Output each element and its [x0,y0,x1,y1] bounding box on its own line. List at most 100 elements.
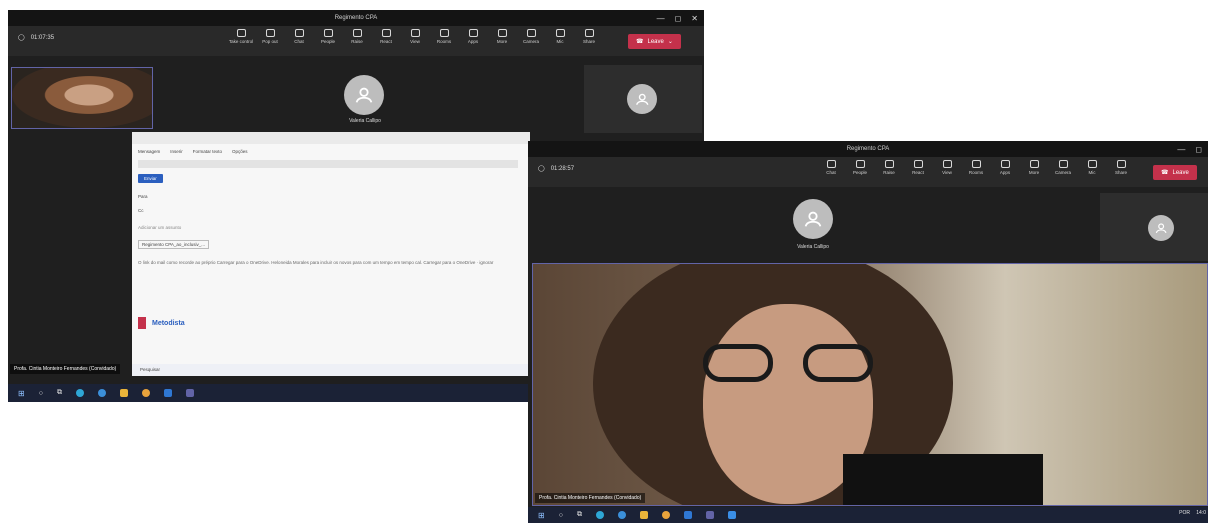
rooms-icon [971,160,981,168]
more-icon [1029,160,1039,168]
signature: Metodista [138,317,185,329]
minimize-icon[interactable]: — [1177,145,1185,154]
toolbar-button-chat[interactable]: Chat [818,160,844,175]
speaker-video[interactable]: Profa. Cintia Monteiro Fernandes (Convid… [532,263,1208,506]
mic-icon [1087,160,1097,168]
to-field[interactable]: Para [138,194,148,199]
toolbar-button-chat[interactable]: Chat [286,29,312,44]
leave-button[interactable]: ☎ Leave [1153,165,1197,180]
mail-icon[interactable] [683,511,692,519]
toolbar-label: People [852,170,867,175]
toolbar-button-camera[interactable]: Camera [518,29,544,44]
search-box[interactable]: Pesquisar [140,367,160,372]
shield-icon: ◯ [538,166,545,172]
camera-icon [1058,160,1068,168]
search-icon[interactable]: ○ [559,512,563,519]
chat-icon [294,29,304,37]
toolbar-label: Rooms [968,170,984,175]
meeting-toolbar: ◯ 01:07:35 Take control Pop out Chat People… [8,26,704,56]
email-tab[interactable]: Inserir [170,149,183,154]
subject-field[interactable]: Adicionar um assunto [138,225,181,230]
toolbar-label: Apps [467,39,479,44]
edge-icon[interactable] [75,389,84,397]
close-icon[interactable]: ✕ [691,14,698,23]
maximize-icon[interactable]: ◻ [1195,145,1202,154]
toolbar-button-raise[interactable]: Raise [876,160,902,175]
toolbar-label: Pop out [262,39,278,44]
send-button[interactable]: Enviar [138,174,163,183]
toolbar-label: View [410,39,420,44]
toolbar-button-apps[interactable]: Apps [460,29,486,44]
cc-field[interactable]: Cc [138,208,144,213]
toolbar-button-view[interactable]: View [934,160,960,175]
hand-icon [352,29,362,37]
email-tab[interactable]: Opções [232,149,248,154]
leave-button[interactable]: ☎ Leave ⌄ [628,34,681,49]
toolbar-button-share[interactable]: Share [576,29,602,44]
toolbar-button-more[interactable]: More [1021,160,1047,175]
edge-icon[interactable] [595,511,604,519]
toolbar-label: Share [1114,170,1127,175]
smiley-icon [381,29,391,37]
toolbar-label: More [496,39,508,44]
mic-icon [555,29,565,37]
toolbar-button-share[interactable]: Share [1108,160,1134,175]
toolbar-button-view[interactable]: View [402,29,428,44]
right-screenshot: Regimento CPA — ◻ ◯ 01:28:57 Chat People R… [528,141,1208,523]
toolbar-label: Camera [1054,170,1071,175]
folder-icon[interactable] [639,511,648,519]
title-bar: Regimento CPA — ◻ [528,141,1208,157]
phone-icon: ☎ [1161,170,1169,176]
email-tab[interactable]: Formatar texto [193,149,222,154]
toolbar-label: View [942,170,952,175]
folder-icon[interactable] [119,389,128,397]
windows-icon[interactable]: ⊞ [18,389,25,398]
meeting-timer: ◯ 01:07:35 [18,34,55,42]
search-icon[interactable]: ○ [39,390,43,397]
edge-icon-2[interactable] [97,389,106,397]
toolbar-button-take-control[interactable]: Take control [228,29,254,44]
phone-icon: ☎ [636,39,644,45]
attachment-chip[interactable]: Regimento CPA_ao_inclusiv_... [138,240,209,249]
mail-icon[interactable] [163,389,172,397]
edge-icon-2[interactable] [617,511,626,519]
popout-icon [265,29,275,37]
email-body: O link do mail como recorde ao préprio C… [138,260,494,265]
toolbar-label: Share [582,39,595,44]
minimize-icon[interactable]: — [657,14,665,23]
toolbar-button-more[interactable]: More [489,29,515,44]
chrome-icon[interactable] [661,511,670,519]
chevron-down-icon[interactable]: ⌄ [668,38,673,45]
participant-avatar-small [627,84,657,114]
grid-icon [942,160,952,168]
apps-icon [1000,160,1010,168]
toolbar-button-apps[interactable]: Apps [992,160,1018,175]
toolbar-button-raise[interactable]: Raise [344,29,370,44]
email-tab[interactable]: Mensagem [138,149,160,154]
glasses-shape [703,344,873,384]
toolbar-button-mic[interactable]: Mic [547,29,573,44]
toolbar-button-react[interactable]: React [905,160,931,175]
toolbar-button-people[interactable]: People [847,160,873,175]
self-video-thumbnail[interactable] [11,67,153,129]
toolbar-label: Mic [556,39,564,44]
toolbar-button-rooms[interactable]: Rooms [431,29,457,44]
chrome-icon[interactable] [141,389,150,397]
teams-icon[interactable] [185,389,194,397]
people-icon [323,29,333,37]
taskview-icon[interactable]: ⧉ [577,511,582,519]
toolbar-label: Rooms [436,39,452,44]
toolbar-button-camera[interactable]: Camera [1050,160,1076,175]
maximize-icon[interactable]: ◻ [675,14,682,23]
toolbar-button-people[interactable]: People [315,29,341,44]
teams-icon[interactable] [705,511,714,519]
toolbar-button-pop-out[interactable]: Pop out [257,29,283,44]
toolbar-button-rooms[interactable]: Rooms [963,160,989,175]
toolbar-label: Mic [1088,170,1096,175]
toolbar-button-react[interactable]: React [373,29,399,44]
share-icon [584,29,594,37]
taskview-icon[interactable]: ⧉ [57,389,62,397]
toolbar-button-mic[interactable]: Mic [1079,160,1105,175]
photos-icon[interactable] [727,511,736,519]
windows-icon[interactable]: ⊞ [538,511,545,520]
